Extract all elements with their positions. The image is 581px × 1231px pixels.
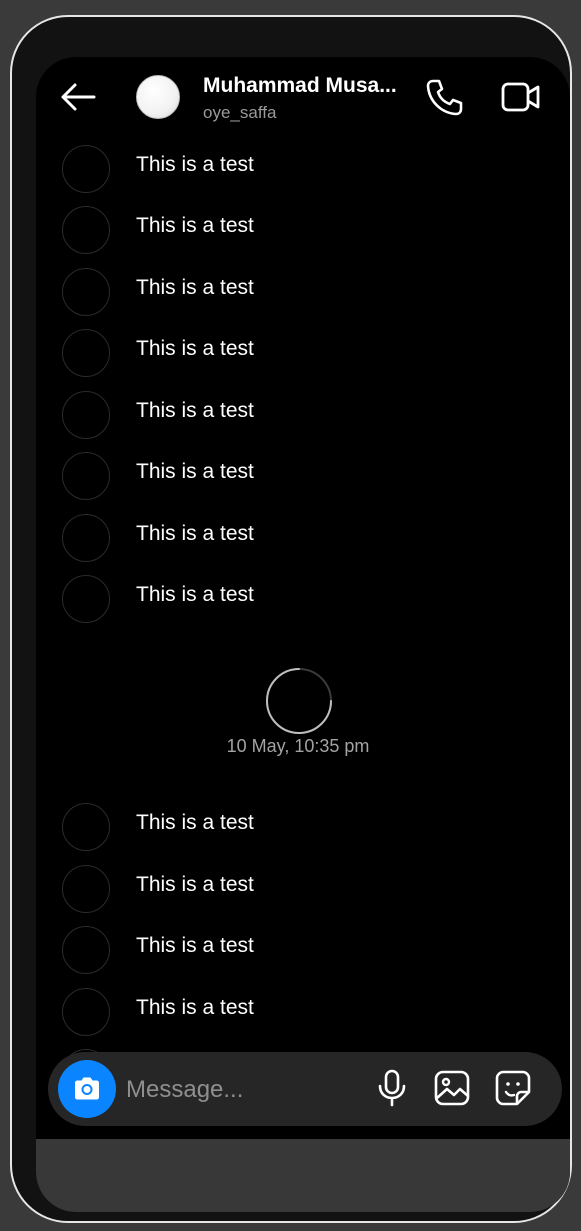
chat-screen: Muhammad Musa... oye_saffa This is a tes…	[36, 57, 570, 1212]
message-text: This is a test	[136, 399, 254, 422]
message-item: This is a test	[62, 514, 542, 562]
message-composer	[48, 1052, 562, 1126]
sender-avatar	[62, 206, 110, 254]
sender-avatar	[62, 268, 110, 316]
message-text: This is a test	[136, 873, 254, 896]
voice-call-button[interactable]	[424, 77, 464, 117]
message-item: This is a test	[62, 452, 542, 500]
voice-message-button[interactable]	[374, 1068, 410, 1108]
message-item: This is a test	[62, 803, 542, 851]
sender-avatar	[62, 145, 110, 193]
message-text: This is a test	[136, 522, 254, 545]
sender-avatar	[62, 514, 110, 562]
message-item: This is a test	[62, 865, 542, 913]
contact-avatar[interactable]	[136, 75, 180, 119]
microphone-icon	[378, 1069, 406, 1107]
message-text: This is a test	[136, 811, 254, 834]
message-item: This is a test	[62, 206, 542, 254]
contact-username: oye_saffa	[203, 103, 277, 122]
message-text: This is a test	[136, 276, 254, 299]
video-camera-icon	[501, 82, 540, 112]
sender-avatar	[62, 865, 110, 913]
sender-avatar	[62, 329, 110, 377]
message-text: This is a test	[136, 460, 254, 483]
message-text: This is a test	[136, 214, 254, 237]
loading-spinner-icon	[266, 668, 332, 734]
message-input[interactable]	[126, 1070, 356, 1110]
sender-avatar	[62, 988, 110, 1036]
message-list[interactable]: This is a test This is a test This is a …	[36, 143, 570, 1143]
sender-avatar	[62, 803, 110, 851]
sticker-icon	[495, 1070, 531, 1106]
bottom-panel	[36, 1139, 570, 1212]
video-call-button[interactable]	[500, 79, 542, 115]
message-item: This is a test	[62, 391, 542, 439]
back-button[interactable]	[60, 81, 96, 113]
gallery-button[interactable]	[432, 1068, 472, 1108]
message-text: This is a test	[136, 934, 254, 957]
camera-icon	[75, 1077, 99, 1100]
message-item: This is a test	[62, 988, 542, 1036]
message-item: This is a test	[62, 575, 542, 623]
message-item: This is a test	[62, 268, 542, 316]
message-item: This is a test	[62, 926, 542, 974]
message-text: This is a test	[136, 583, 254, 606]
message-item: This is a test	[62, 329, 542, 377]
phone-icon	[426, 79, 463, 116]
message-text: This is a test	[136, 153, 254, 176]
sender-avatar	[62, 926, 110, 974]
sender-avatar	[62, 391, 110, 439]
message-text: This is a test	[136, 996, 254, 1019]
message-item: This is a test	[62, 145, 542, 193]
sender-avatar	[62, 452, 110, 500]
arrow-left-icon	[61, 83, 96, 111]
timestamp-divider: 10 May, 10:35 pm	[226, 736, 370, 756]
message-text: This is a test	[136, 337, 254, 360]
camera-button[interactable]	[58, 1060, 116, 1118]
chat-header: Muhammad Musa... oye_saffa	[36, 57, 570, 143]
image-icon	[434, 1070, 470, 1106]
sticker-button[interactable]	[493, 1068, 533, 1108]
sender-avatar	[62, 575, 110, 623]
contact-name[interactable]: Muhammad Musa...	[203, 74, 403, 98]
phone-frame: Muhammad Musa... oye_saffa This is a tes…	[10, 15, 572, 1223]
